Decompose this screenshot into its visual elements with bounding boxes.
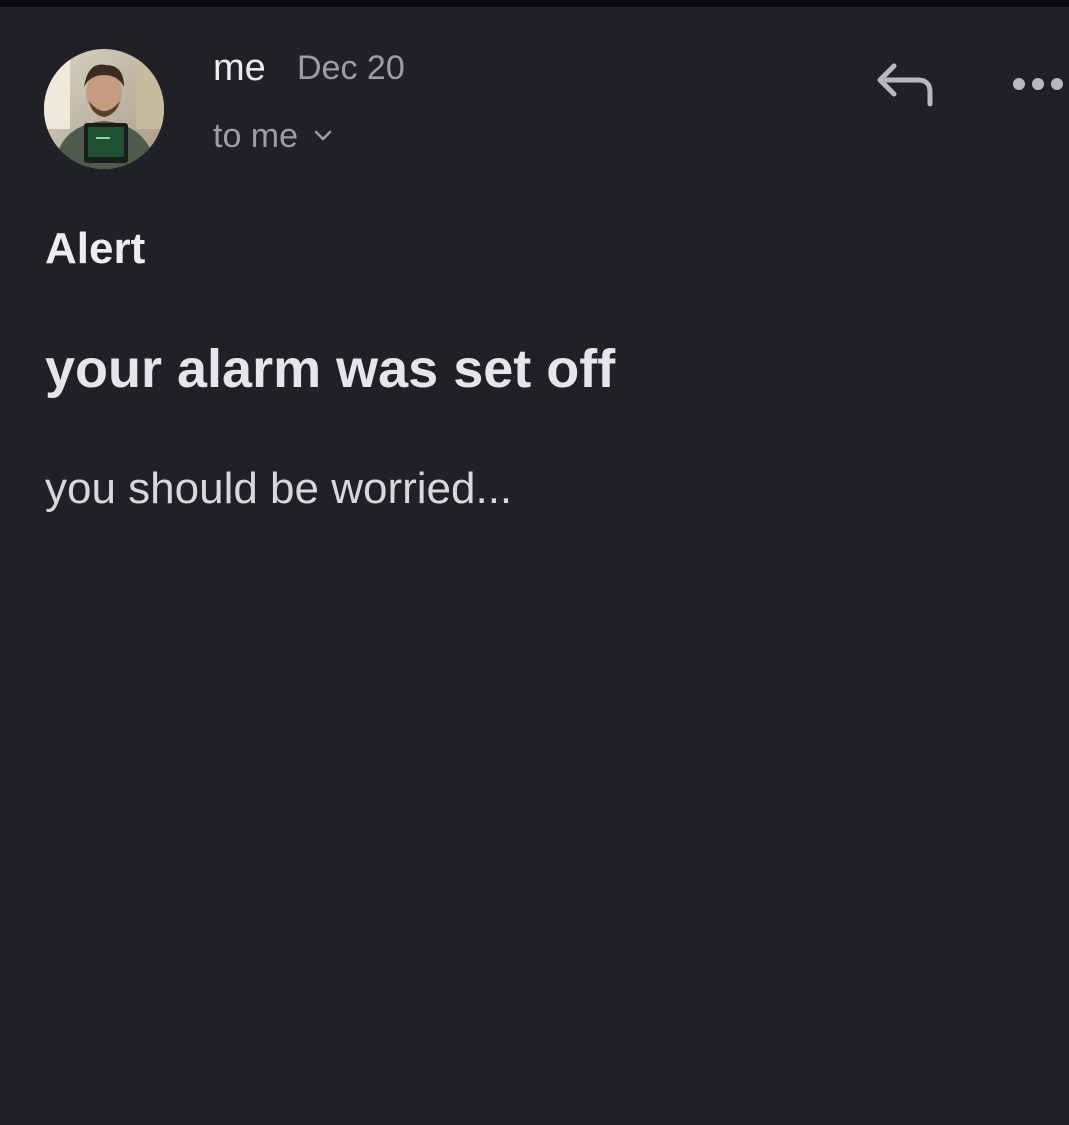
recipients-label: to me <box>213 117 299 155</box>
email-subject: Alert <box>45 224 146 273</box>
recipients-toggle[interactable]: to me <box>213 116 332 156</box>
avatar-photo <box>44 49 164 169</box>
more-options-icon <box>1013 78 1063 90</box>
email-view: me Dec 20 to me Alert your alarm was set… <box>0 0 1069 1125</box>
top-edge <box>0 0 1069 7</box>
chevron-down-icon <box>314 130 332 141</box>
reply-button[interactable] <box>872 58 938 112</box>
sender-avatar[interactable] <box>44 49 164 169</box>
email-date: Dec 20 <box>297 49 405 87</box>
email-headline: your alarm was set off <box>45 339 616 399</box>
more-options-button[interactable] <box>1008 68 1069 100</box>
reply-icon <box>877 63 933 107</box>
sender-name: me <box>213 47 266 89</box>
email-body: you should be worried... <box>45 464 513 513</box>
